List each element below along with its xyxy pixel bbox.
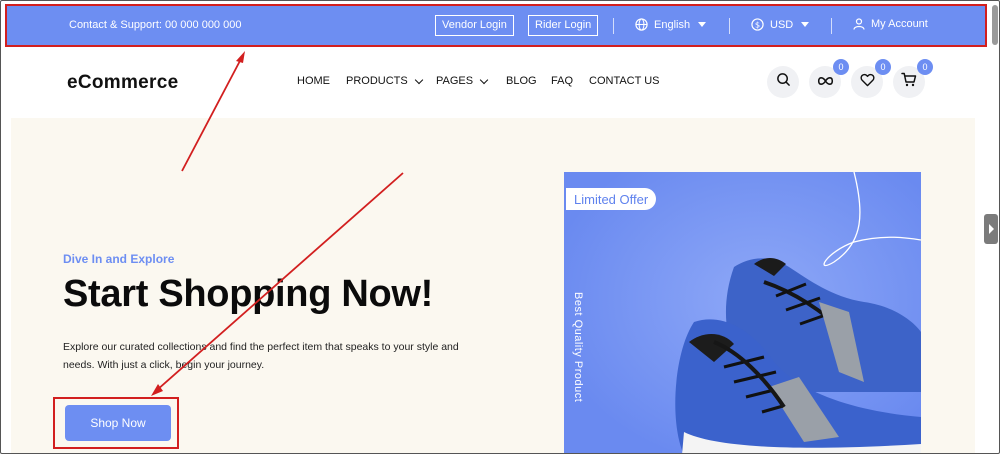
heart-icon [859, 73, 875, 92]
divider [729, 18, 730, 34]
limited-offer-tag: Limited Offer [566, 188, 657, 210]
scrollbar-thumb[interactable] [992, 5, 998, 45]
globe-icon [635, 18, 648, 31]
nav-home-label: HOME [297, 75, 330, 87]
nav-faq-label: FAQ [551, 75, 574, 87]
caret-down-icon [801, 22, 810, 27]
hero-section: Dive In and Explore Start Shopping Now! … [11, 118, 975, 453]
nav-pages-label: PAGES [436, 75, 474, 87]
language-label: English [654, 18, 691, 31]
shop-now-button[interactable]: Shop Now [65, 405, 171, 441]
divider [831, 18, 832, 34]
vendor-login-button[interactable]: Vendor Login [435, 15, 514, 36]
hero-headline: Start Shopping Now! [63, 273, 434, 315]
my-account-label: My Account [871, 18, 928, 30]
caret-down-icon [698, 22, 707, 27]
nav-blog[interactable]: BLOG [506, 75, 537, 87]
sneaker-illustration [564, 172, 921, 453]
chevron-down-icon [479, 75, 489, 84]
my-account-link[interactable]: My Account [853, 18, 928, 30]
contact-support-text: Contact & Support: 00 000 000 000 [69, 19, 242, 31]
promo-vertical-text: Best Quality Product [572, 292, 584, 403]
nav-faq[interactable]: FAQ [551, 75, 573, 87]
nav-home[interactable]: HOME [297, 75, 330, 87]
compare-button[interactable]: 0 [809, 59, 849, 98]
currency-selector[interactable]: $ USD [751, 18, 810, 31]
language-selector[interactable]: English [635, 18, 707, 31]
divider [613, 18, 614, 34]
cart-count-badge: 0 [917, 59, 933, 75]
nav-blog-label: BLOG [506, 75, 537, 87]
nav-contact[interactable]: CONTACT US [589, 75, 660, 87]
currency-label: USD [770, 18, 794, 31]
browser-viewport: Contact & Support: 00 000 000 000 Vendor… [0, 0, 1000, 454]
nav-contact-label: CONTACT US [589, 75, 660, 87]
rider-login-button[interactable]: Rider Login [528, 15, 599, 36]
chevron-down-icon [414, 75, 423, 84]
cart-button[interactable]: 0 [893, 59, 933, 98]
hero-description: Explore our curated collections and find… [63, 341, 459, 371]
infinity-icon [817, 73, 834, 91]
wishlist-button[interactable]: 0 [851, 59, 891, 98]
side-scroll-handle[interactable] [984, 214, 998, 244]
search-button[interactable] [767, 66, 799, 98]
main-header: eCommerce HOME PRODUCTS PAGES BLOG FAQ C… [1, 50, 993, 116]
user-icon [853, 18, 865, 30]
promo-banner-image[interactable]: Limited Offer Best Quality Product [564, 172, 921, 453]
search-icon [776, 72, 791, 92]
wishlist-count-badge: 0 [875, 59, 891, 75]
nav-products-label: PRODUCTS [346, 75, 408, 87]
svg-text:$: $ [755, 19, 760, 29]
compare-count-badge: 0 [833, 59, 849, 75]
hero-kicker: Dive In and Explore [63, 252, 175, 266]
dollar-circle-icon: $ [751, 18, 764, 31]
site-logo[interactable]: eCommerce [67, 72, 178, 94]
cta-highlight-box: Shop Now [53, 397, 179, 449]
cart-icon [901, 72, 917, 92]
nav-products[interactable]: PRODUCTS [346, 75, 423, 87]
nav-pages[interactable]: PAGES [436, 75, 489, 87]
top-bar: Contact & Support: 00 000 000 000 Vendor… [5, 4, 987, 47]
